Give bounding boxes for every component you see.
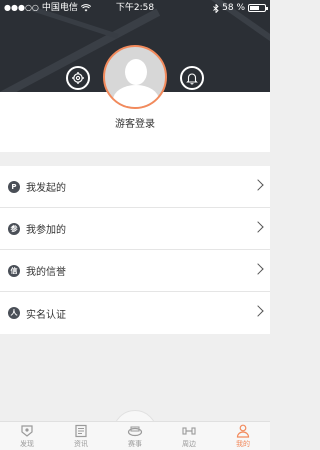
dumbbell-icon [182,427,196,435]
tab-bar: 发现 资讯 赛事 周边 我的 [0,421,270,450]
menu-item-label: 我发起的 [26,183,66,194]
chevron-right-icon [252,263,264,275]
tab-discover[interactable]: 发现 [0,422,54,450]
menu-item-initiated[interactable]: P 我发起的 [0,166,270,208]
menu-item-verification[interactable]: 人 实名认证 [0,292,270,334]
tab-nearby[interactable]: 周边 [162,422,216,450]
discover-icon [21,425,33,437]
tab-mine[interactable]: 我的 [216,422,270,450]
tab-label: 发现 [20,440,34,448]
tab-label: 资讯 [74,440,88,448]
notifications-button[interactable] [180,66,204,90]
guest-login-link[interactable]: 游客登录 [0,118,270,132]
tab-label: 赛事 [128,440,142,448]
bluetooth-icon [213,3,219,13]
menu-item-joined[interactable]: 参 我参加的 [0,208,270,250]
chevron-right-icon [252,179,264,191]
menu-item-label: 我的信誉 [26,267,66,278]
tab-news[interactable]: 资讯 [54,422,108,450]
settings-button[interactable] [66,66,90,90]
battery-percentage: 58 % [222,3,245,13]
tab-label: 周边 [182,440,196,448]
battery-icon [248,4,268,12]
status-bar: ●●●○○ 中国电信 下午2:58 58 % [0,0,270,16]
menu-item-label: 我参加的 [26,225,66,236]
chevron-right-icon [252,221,264,233]
initiated-icon: P [8,180,20,193]
reputation-icon: 信 [8,264,20,277]
joined-icon: 参 [8,222,20,235]
stadium-icon [127,426,143,437]
avatar[interactable] [103,45,167,109]
menu-item-reputation[interactable]: 信 我的信誉 [0,250,270,292]
gear-icon [72,72,84,84]
person-icon [236,424,250,438]
menu-item-label: 实名认证 [26,309,66,321]
bell-icon [186,73,198,85]
user-icon: 人 [8,307,20,319]
chevron-right-icon [252,305,264,317]
tab-events[interactable]: 赛事 [108,422,162,450]
tab-label: 我的 [236,440,250,448]
menu-list: P 我发起的 参 我参加的 信 我的信誉 人 实名认证 [0,166,270,334]
news-icon [75,424,87,438]
